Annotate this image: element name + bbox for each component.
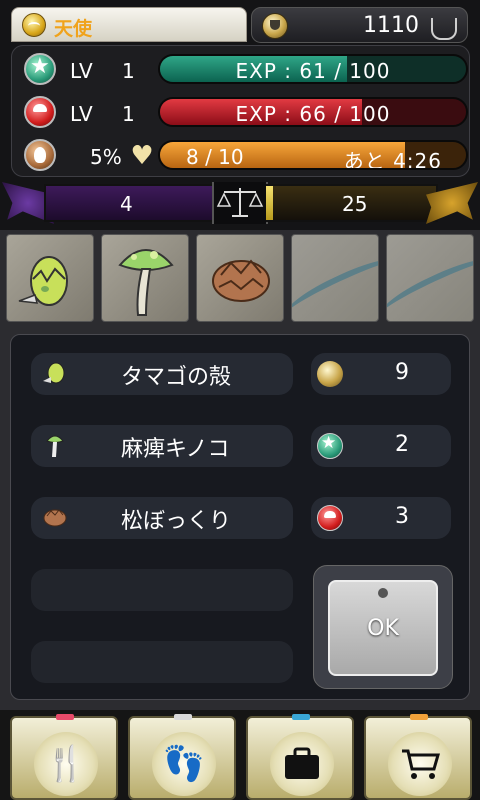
list-item: タマゴの殻 9 — [31, 353, 463, 401]
item-count: 3 — [395, 504, 409, 529]
stamina-count: 8 / 10 — [186, 145, 244, 169]
bag-icon — [270, 732, 334, 796]
exp-bar-green: EXP : 61 / 100 — [158, 54, 468, 84]
stat-row-red: LV 1 EXP : 66 / 100 — [24, 96, 474, 130]
coin-counter: 1110 — [251, 7, 468, 43]
tile-mushroom[interactable] — [101, 234, 189, 322]
stat-row-stamina: 5% ♥ 8 / 10 あと 4:26 — [24, 139, 474, 173]
item-count-pill: 2 — [311, 425, 451, 467]
tile-map-2[interactable] — [386, 234, 474, 322]
item-count-pill: 3 — [311, 497, 451, 539]
angel-badge-icon — [22, 13, 46, 37]
exp-bar-red: EXP : 66 / 100 — [158, 97, 468, 127]
nav-walk-button[interactable]: 👣 — [128, 714, 236, 800]
player-name-tab[interactable]: 天使 — [11, 7, 247, 42]
balance-left-value: 4 — [120, 192, 133, 216]
stamina-bar: 8 / 10 あと 4:26 — [158, 140, 468, 170]
main-area: タマゴの殻 9 麻痺キノコ 2 — [0, 230, 480, 710]
empty-slot — [31, 569, 293, 611]
item-name-pill: 松ぼっくり — [31, 497, 293, 539]
trash-can-icon[interactable] — [431, 18, 457, 40]
result-dialog: タマゴの殻 9 麻痺キノコ 2 — [10, 334, 470, 700]
tag-hole — [378, 588, 388, 598]
level-value: 1 — [122, 59, 135, 83]
level-label: LV — [70, 102, 93, 126]
level-label: LV — [70, 59, 93, 83]
tile-map-1[interactable] — [291, 234, 379, 322]
trophy-icon — [317, 361, 343, 387]
nav-tag — [410, 714, 428, 720]
balance-right-value: 25 — [342, 192, 368, 216]
alignment-balance: 4 25 — [0, 180, 480, 228]
player-name: 天使 — [54, 18, 93, 40]
heart-icon: ♥ — [130, 141, 154, 171]
stat-row-green: LV 1 EXP : 61 / 100 — [24, 53, 474, 87]
footprints-icon: 👣 — [152, 732, 216, 796]
stats-panel: LV 1 EXP : 61 / 100 LV 1 EXP : 66 / 100 … — [11, 45, 470, 177]
stamina-recover-timer: あと 4:26 — [343, 149, 442, 170]
item-tiles — [6, 234, 474, 326]
potato-icon — [24, 139, 56, 171]
empty-slot — [31, 641, 293, 683]
nav-tag — [174, 714, 192, 720]
coin-value: 1110 — [363, 13, 419, 38]
eggshell-icon — [43, 362, 65, 384]
item-name-pill: タマゴの殻 — [31, 353, 293, 395]
balance-right: 25 — [266, 184, 438, 222]
list-item: 松ぼっくり 3 — [31, 497, 463, 545]
cart-icon — [388, 732, 452, 796]
eggshell-icon — [18, 256, 68, 306]
fork-knife-icon: 🍴 — [34, 732, 98, 796]
item-name: 松ぼっくり — [121, 509, 232, 534]
item-name: 麻痺キノコ — [121, 437, 230, 462]
tile-pinecone[interactable] — [196, 234, 284, 322]
nav-shop-button[interactable] — [364, 714, 472, 800]
status-header: 天使 1110 LV 1 EXP : 61 / 100 LV 1 EXP : 6… — [0, 0, 480, 230]
mushroom-icon — [118, 249, 174, 316]
mushroom-icon — [46, 435, 64, 457]
list-item: 麻痺キノコ 2 — [31, 425, 463, 473]
nav-tag — [56, 714, 74, 720]
bottom-nav: 🍴 👣 — [0, 710, 480, 800]
balance-left: 4 — [44, 184, 214, 222]
pinecone-icon — [43, 509, 67, 527]
level-value: 1 — [122, 102, 135, 126]
scale-icon — [212, 182, 268, 224]
item-name-pill: 麻痺キノコ — [31, 425, 293, 467]
tile-eggshell[interactable] — [6, 234, 94, 322]
mushroom-red-icon — [24, 96, 56, 128]
exp-text: EXP : 66 / 100 — [235, 102, 391, 126]
exp-text: EXP : 61 / 100 — [235, 59, 391, 83]
nav-food-button[interactable]: 🍴 — [10, 714, 118, 800]
nav-tag — [292, 714, 310, 720]
nav-bag-button[interactable] — [246, 714, 354, 800]
item-name: タマゴの殻 — [121, 365, 232, 390]
item-count-pill: 9 — [311, 353, 451, 395]
ok-button-frame: OK — [313, 565, 453, 689]
stamina-percent: 5% — [90, 145, 122, 169]
item-count: 2 — [395, 432, 409, 457]
trophy-icon — [262, 13, 288, 39]
item-count: 9 — [395, 360, 409, 385]
ok-button[interactable]: OK — [328, 580, 438, 676]
ok-label: OK — [367, 615, 399, 641]
balance-gold-marker — [266, 186, 273, 220]
pinecone-icon — [212, 259, 270, 302]
star-icon — [317, 433, 343, 459]
star-icon — [24, 53, 56, 85]
mushroom-red-icon — [317, 505, 343, 531]
